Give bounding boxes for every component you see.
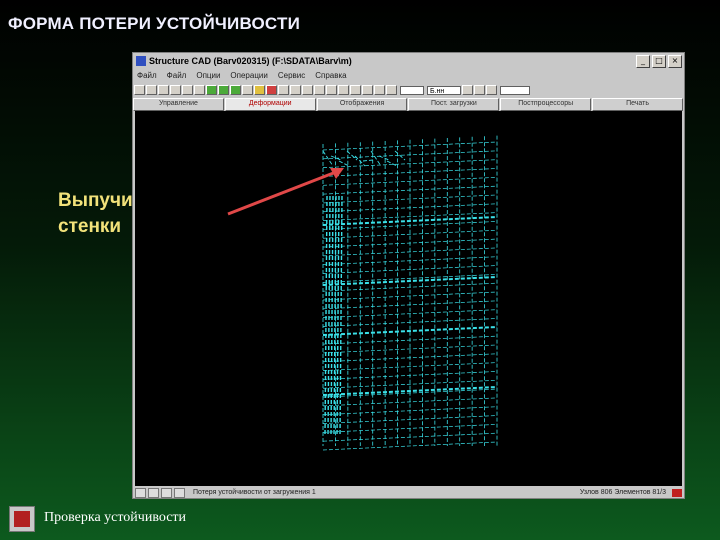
arrow-line: [227, 170, 337, 216]
callout-arrow: [227, 168, 344, 216]
footer-logo: [9, 506, 35, 532]
footer-text: Проверка устойчивости: [44, 510, 187, 525]
